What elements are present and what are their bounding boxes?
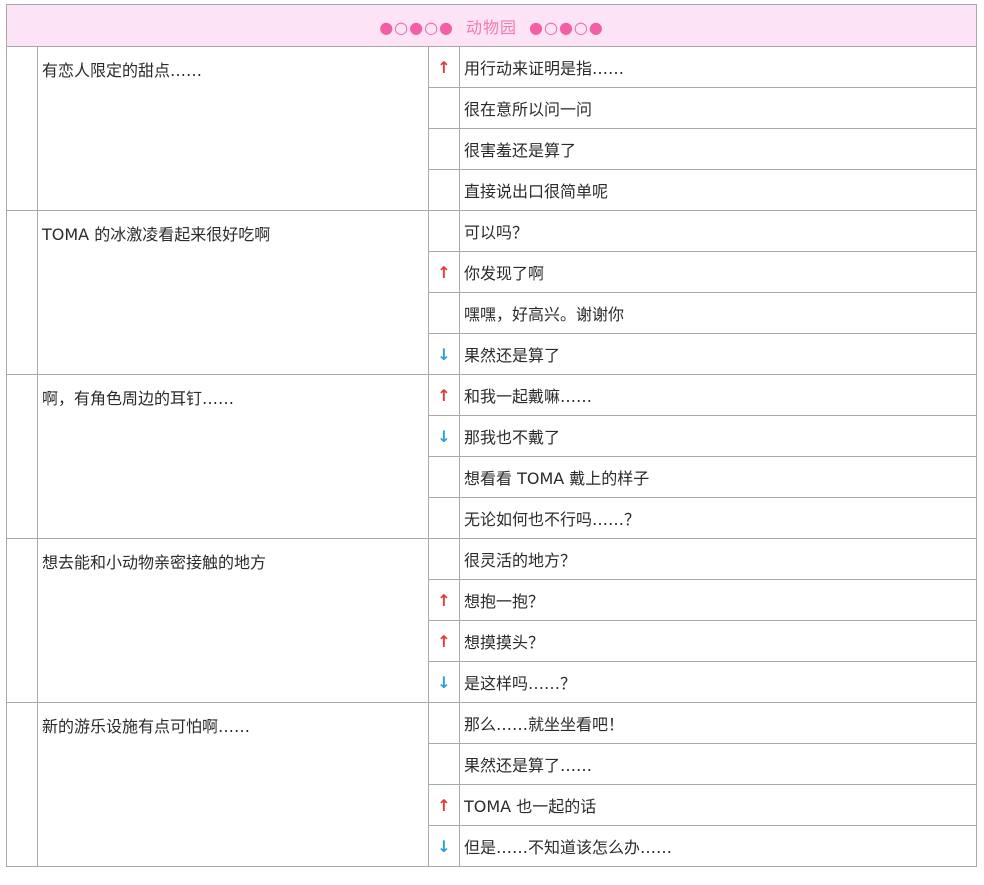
up-arrow-icon: ↑ [428, 374, 460, 416]
question-cell: 啊，有角色周边的耳钉…… [37, 374, 429, 539]
blank-cell [6, 46, 38, 211]
location-header: ●○●○● 动物园 ●○●○● [5, 4, 978, 47]
answer-option: 想看看 TOMA 戴上的样子 [458, 456, 978, 498]
answer-option: 是这样吗……？ [458, 661, 978, 703]
answer-option: 那么……就坐坐看吧！ [458, 702, 978, 744]
answer-option: 果然还是算了 [458, 333, 978, 375]
empty-arrow-cell [428, 743, 460, 785]
question-cell: 新的游乐设施有点可怕啊…… [37, 702, 429, 867]
down-arrow-icon: ↓ [428, 825, 460, 867]
answer-option: 很在意所以问一问 [458, 87, 978, 129]
answer-option: 嘿嘿，好高兴。谢谢你 [458, 292, 978, 334]
table-row: 新的游乐设施有点可怕啊…… 那么……就坐坐看吧！ [6, 702, 978, 867]
empty-arrow-cell [428, 538, 460, 580]
question-cell: 想去能和小动物亲密接触的地方 [37, 538, 429, 703]
table-row: 有恋人限定的甜点…… ↑ 用行动来证明是指…… [6, 46, 978, 211]
empty-arrow-cell [428, 456, 460, 498]
down-arrow-icon: ↓ [428, 415, 460, 457]
blank-cell [6, 374, 38, 539]
empty-arrow-cell [428, 210, 460, 252]
blank-cell [6, 538, 38, 703]
empty-arrow-cell [428, 497, 460, 539]
location-title: 动物园 [466, 17, 518, 37]
question-cell: TOMA 的冰激凌看起来很好吃啊 [37, 210, 429, 375]
answer-option: 无论如何也不行吗……？ [458, 497, 978, 539]
guide-table-container: ●○●○● 动物园 ●○●○● 有恋人限定的甜点…… ↑ 用行动来证明是指…… 很在意所以… [5, 4, 978, 867]
table-row: 啊，有角色周边的耳钉…… ↑ 和我一起戴嘛…… [6, 374, 978, 539]
empty-arrow-cell [428, 292, 460, 334]
header-row: ●○●○● 动物园 ●○●○● [5, 4, 978, 47]
decorative-dots-left: ●○●○● [379, 17, 454, 37]
choice-guide-table: ●○●○● 动物园 ●○●○● 有恋人限定的甜点…… ↑ 用行动来证明是指…… 很在意所以… [5, 4, 978, 867]
answer-option: 直接说出口很简单呢 [458, 169, 978, 211]
table-row: 想去能和小动物亲密接触的地方 很灵活的地方？ [6, 538, 978, 703]
answer-option: 但是……不知道该怎么办…… [458, 825, 978, 867]
answer-option: 很害羞还是算了 [458, 128, 978, 170]
up-arrow-icon: ↑ [428, 46, 460, 88]
up-arrow-icon: ↑ [428, 251, 460, 293]
up-arrow-icon: ↑ [428, 784, 460, 826]
empty-arrow-cell [428, 702, 460, 744]
empty-arrow-cell [428, 128, 460, 170]
decorative-dots-right: ●○●○● [529, 17, 604, 37]
answer-option: 你发现了啊 [458, 251, 978, 293]
down-arrow-icon: ↓ [428, 661, 460, 703]
answer-option: 用行动来证明是指…… [458, 46, 978, 88]
blank-cell [6, 702, 38, 867]
answer-option: TOMA 也一起的话 [458, 784, 978, 826]
answer-option: 和我一起戴嘛…… [458, 374, 978, 416]
empty-arrow-cell [428, 169, 460, 211]
answer-option: 想抱一抱？ [458, 579, 978, 621]
up-arrow-icon: ↑ [428, 579, 460, 621]
answer-option: 可以吗？ [458, 210, 978, 252]
down-arrow-icon: ↓ [428, 333, 460, 375]
empty-arrow-cell [428, 87, 460, 129]
blank-cell [6, 210, 38, 375]
up-arrow-icon: ↑ [428, 620, 460, 662]
answer-option: 果然还是算了…… [458, 743, 978, 785]
table-row: TOMA 的冰激凌看起来很好吃啊 可以吗？ [6, 210, 978, 375]
answer-option: 那我也不戴了 [458, 415, 978, 457]
answer-option: 想摸摸头？ [458, 620, 978, 662]
question-cell: 有恋人限定的甜点…… [37, 46, 429, 211]
answer-option: 很灵活的地方？ [458, 538, 978, 580]
